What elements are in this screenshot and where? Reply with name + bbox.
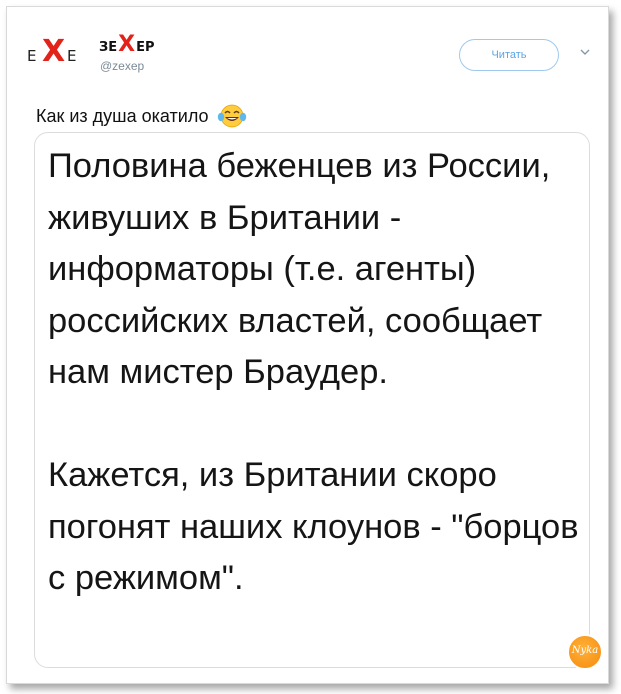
author-name[interactable]: ЗЕ X ЕР: [99, 32, 155, 57]
avatar-letter-right: E: [67, 47, 77, 65]
tweet-header: E X E ЗЕ X ЕР @zexep Читать: [7, 7, 608, 97]
author-name-part-a: ЗЕ: [99, 40, 118, 55]
tweet-image-text: Половина беженцев из России, живуших в Б…: [48, 147, 579, 597]
tears-of-joy-emoji-icon: [217, 104, 246, 128]
tweet-frame: E X E ЗЕ X ЕР @zexep Читать Как из душа …: [6, 6, 609, 684]
watermark-logo: Nyka: [567, 634, 603, 670]
tweet-text: Как из душа окатило: [36, 103, 247, 129]
avatar-letter-left: E: [27, 47, 38, 65]
author-name-x: X: [118, 32, 136, 57]
tweet-image-card[interactable]: Половина беженцев из России, живуших в Б…: [34, 132, 590, 668]
avatar[interactable]: E X E: [27, 34, 89, 73]
tweet-text-content: Как из душа окатило: [36, 105, 209, 126]
author-name-part-b: ЕР: [136, 40, 155, 55]
chevron-down-icon[interactable]: [578, 45, 592, 59]
author-handle[interactable]: @zexep: [100, 59, 144, 73]
watermark-text: Nyka: [571, 645, 599, 656]
avatar-x-mark: X: [42, 34, 66, 69]
follow-button[interactable]: Читать: [459, 39, 559, 71]
